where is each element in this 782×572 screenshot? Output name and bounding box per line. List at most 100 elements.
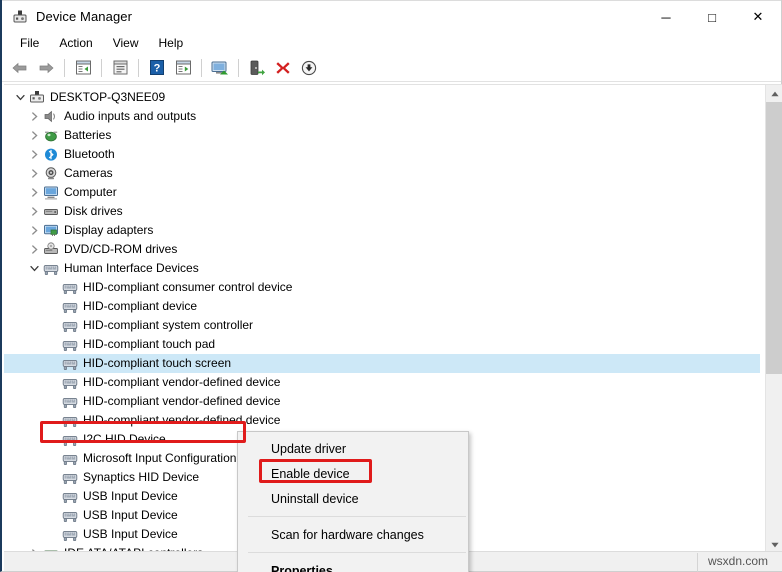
help-question-icon[interactable]: ? (145, 56, 169, 80)
svg-text:?: ? (154, 63, 161, 75)
properties-window-icon[interactable] (108, 56, 132, 80)
tree-item-0[interactable]: Audio inputs and outputs (4, 107, 760, 126)
hid-device-icon (61, 280, 79, 296)
vertical-scrollbar[interactable] (765, 85, 782, 553)
tree-item-label: Audio inputs and outputs (64, 109, 197, 123)
tree-item-label: USB Input Device (83, 527, 178, 541)
scroll-up-button[interactable] (766, 85, 782, 102)
tree-item-label: HID-compliant consumer control device (83, 280, 293, 294)
context-menu-item-scan-for-hardware-changes[interactable]: Scan for hardware changes (238, 522, 468, 547)
forward-button[interactable] (34, 56, 58, 80)
red-x-icon[interactable] (271, 56, 295, 80)
tree-item-3[interactable]: Cameras (4, 164, 760, 183)
menu-file[interactable]: File (10, 34, 49, 52)
tree-item-5[interactable]: Disk drives (4, 202, 760, 221)
tree-item-2[interactable]: Bluetooth (4, 145, 760, 164)
hid-device-icon (61, 489, 79, 505)
tree-item-label: Cameras (64, 166, 113, 180)
disk-drive-icon (42, 204, 60, 220)
tree-item-label: Disk drives (64, 204, 123, 218)
hid-device-icon (61, 413, 79, 429)
tree-item-13[interactable]: HID-compliant touch screen (4, 354, 760, 373)
tree-item-label: Human Interface Devices (64, 261, 199, 275)
tree-item-label: Batteries (64, 128, 112, 142)
hid-device-icon (61, 394, 79, 410)
tree-item-label: USB Input Device (83, 489, 178, 503)
tree-item-label: Computer (64, 185, 117, 199)
scan-hardware-icon[interactable] (245, 56, 269, 80)
chevron-down-icon[interactable] (26, 259, 42, 278)
context-menu[interactable]: Update driver Enable device Uninstall devi… (237, 431, 469, 572)
menu-view[interactable]: View (103, 34, 149, 52)
hid-device-icon (61, 337, 79, 353)
chevron-right-icon[interactable] (26, 183, 42, 202)
close-button[interactable]: ✕ (735, 1, 781, 33)
tree-item-9[interactable]: HID-compliant consumer control device (4, 278, 760, 297)
toolbar-separator-1 (64, 58, 65, 77)
chevron-right-icon[interactable] (26, 202, 42, 221)
context-menu-separator-3 (248, 516, 466, 517)
hid-device-icon (61, 470, 79, 486)
chevron-right-icon[interactable] (26, 221, 42, 240)
chevron-right-icon[interactable] (26, 126, 42, 145)
context-menu-item-properties[interactable]: Properties (238, 558, 468, 572)
device-manager-icon (12, 9, 28, 25)
down-arrow-circle-icon[interactable] (297, 56, 321, 80)
hid-device-icon (61, 299, 79, 315)
context-menu-item-uninstall-device[interactable]: Uninstall device (238, 486, 468, 511)
maximize-button[interactable]: □ (689, 1, 735, 33)
action-pane-icon[interactable] (171, 56, 195, 80)
device-tree-panel: DESKTOP-Q3NEE09 Audio inputs and outputs B… (4, 84, 782, 572)
tree-root-item[interactable]: DESKTOP-Q3NEE09 (4, 88, 760, 107)
menu-help[interactable]: Help (149, 34, 194, 52)
tree-item-4[interactable]: Computer (4, 183, 760, 202)
display-adapter-icon (42, 223, 60, 239)
toolbar-separator-2 (101, 58, 102, 77)
tree-item-1[interactable]: Batteries (4, 126, 760, 145)
speaker-icon (42, 109, 60, 125)
tree-item-14[interactable]: HID-compliant vendor-defined device (4, 373, 760, 392)
tree-item-label: Display adapters (64, 223, 154, 237)
tree-item-label: DESKTOP-Q3NEE09 (50, 90, 166, 104)
monitor-icon (42, 185, 60, 201)
context-menu-item-update-driver[interactable]: Update driver (238, 436, 468, 461)
tree-item-label: HID-compliant vendor-defined device (83, 413, 281, 427)
chevron-right-icon[interactable] (26, 145, 42, 164)
update-driver-icon[interactable] (208, 56, 232, 80)
back-button[interactable] (8, 56, 32, 80)
menu-bar: File Action View Help (2, 32, 781, 54)
hid-device-icon (61, 375, 79, 391)
tree-item-11[interactable]: HID-compliant system controller (4, 316, 760, 335)
chevron-down-icon[interactable] (12, 88, 28, 107)
chevron-right-icon[interactable] (26, 107, 42, 126)
chevron-right-icon[interactable] (26, 240, 42, 259)
camera-icon (42, 166, 60, 182)
dvd-drive-icon (42, 242, 60, 258)
window-title: Device Manager (36, 9, 133, 24)
menu-action[interactable]: Action (49, 34, 102, 52)
scrollbar-thumb[interactable] (766, 102, 782, 374)
toolbar-separator-3 (138, 58, 139, 77)
tree-item-10[interactable]: HID-compliant device (4, 297, 760, 316)
computer-root-icon (28, 90, 46, 106)
tree-item-8[interactable]: Human Interface Devices (4, 259, 760, 278)
context-menu-item-enable-device[interactable]: Enable device (238, 461, 468, 486)
tree-item-7[interactable]: DVD/CD-ROM drives (4, 240, 760, 259)
tree-item-15[interactable]: HID-compliant vendor-defined device (4, 392, 760, 411)
minimize-button[interactable]: ─ (643, 1, 689, 33)
tree-item-16[interactable]: HID-compliant vendor-defined device (4, 411, 760, 430)
hid-device-icon (61, 451, 79, 467)
console-tree-icon[interactable] (71, 56, 95, 80)
tree-item-12[interactable]: HID-compliant touch pad (4, 335, 760, 354)
tree-item-label: USB Input Device (83, 508, 178, 522)
tree-item-6[interactable]: Display adapters (4, 221, 760, 240)
chevron-right-icon[interactable] (26, 164, 42, 183)
status-separator (697, 553, 698, 572)
hid-device-icon (61, 356, 79, 372)
